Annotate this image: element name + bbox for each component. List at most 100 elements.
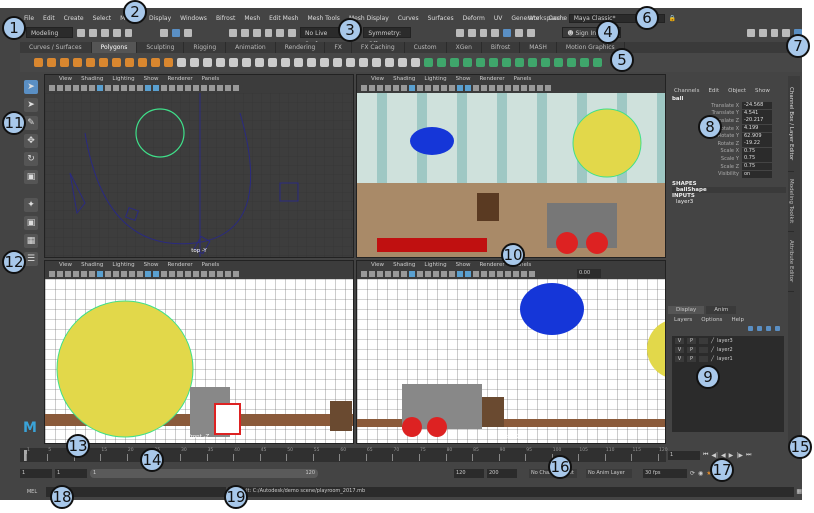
shelf-tool-icon[interactable] bbox=[112, 58, 121, 67]
channel-row[interactable]: Scale X 0.75 bbox=[668, 147, 786, 156]
menu-view[interactable]: View bbox=[59, 76, 72, 82]
play-forward-icon[interactable]: ▶ bbox=[729, 452, 734, 459]
menu-show[interactable]: Show bbox=[456, 76, 471, 82]
new-layer-selected-icon[interactable] bbox=[775, 326, 780, 331]
move-layer-down-icon[interactable] bbox=[757, 326, 762, 331]
tab-display[interactable]: Display bbox=[668, 306, 705, 314]
channel-row[interactable]: Translate X -24.568 bbox=[668, 102, 786, 110]
shelf-tool-icon[interactable] bbox=[489, 58, 498, 67]
menu-options[interactable]: Options bbox=[701, 317, 722, 323]
shelf-tool-icon[interactable] bbox=[463, 58, 472, 67]
menu-edit[interactable]: Edit bbox=[43, 15, 55, 22]
channel-row[interactable]: Rotate Y 62.909 bbox=[668, 132, 786, 140]
shelf-tab[interactable]: Custom bbox=[405, 42, 447, 53]
scale-tool-icon[interactable]: ▣ bbox=[24, 170, 38, 184]
move-tool-icon[interactable]: ✥ bbox=[24, 134, 38, 148]
animation-start-field[interactable]: 1 bbox=[20, 468, 52, 478]
menu-uv[interactable]: UV bbox=[494, 15, 503, 22]
shelf-tab[interactable]: Rigging bbox=[184, 42, 227, 53]
new-scene-icon[interactable] bbox=[77, 28, 86, 37]
channel-value[interactable]: on bbox=[742, 170, 772, 178]
shelf-tool-icon[interactable] bbox=[307, 58, 316, 67]
render-icon[interactable] bbox=[455, 28, 464, 37]
visibility-toggle[interactable]: V bbox=[675, 337, 684, 344]
save-scene-icon[interactable] bbox=[100, 28, 109, 37]
shelf-tool-icon[interactable] bbox=[125, 58, 134, 67]
pause-icon[interactable] bbox=[526, 28, 535, 37]
live-surface-field[interactable]: No Live Surface bbox=[300, 27, 344, 48]
menu-show[interactable]: Show bbox=[456, 262, 471, 268]
ipr-render-icon[interactable] bbox=[467, 28, 476, 37]
tool-settings-icon[interactable] bbox=[782, 28, 791, 37]
channel-value[interactable]: -19.22 bbox=[742, 140, 772, 148]
menu-view[interactable]: View bbox=[371, 262, 384, 268]
move-layer-up-icon[interactable] bbox=[748, 326, 753, 331]
open-scene-icon[interactable] bbox=[89, 28, 97, 37]
shelf-tab[interactable]: MASH bbox=[520, 42, 557, 53]
menu-object[interactable]: Object bbox=[728, 88, 746, 94]
playback-toggle[interactable]: P bbox=[687, 346, 696, 353]
select-object-icon[interactable] bbox=[171, 28, 180, 37]
layer-row[interactable]: V P ╱ layer1 bbox=[672, 354, 784, 363]
menu-create[interactable]: Create bbox=[64, 15, 84, 22]
color-swatch-icon[interactable]: ╱ bbox=[711, 347, 714, 353]
channel-value[interactable]: 0.75 bbox=[742, 163, 772, 171]
playback-toggle[interactable]: P bbox=[687, 355, 696, 362]
menu-deform[interactable]: Deform bbox=[463, 15, 485, 22]
shelf-tool-icon[interactable] bbox=[411, 58, 420, 67]
shelf-tool-icon[interactable] bbox=[203, 58, 212, 67]
tab-channel-box-layer-editor[interactable]: Channel Box / Layer Editor bbox=[788, 76, 794, 172]
viewport-side[interactable]: View Shading Lighting Show Renderer Panels 0.… bbox=[356, 260, 666, 444]
shelf-tool-icon[interactable] bbox=[359, 58, 368, 67]
attribute-editor-icon[interactable] bbox=[770, 28, 779, 37]
input-node[interactable]: layer3 bbox=[672, 199, 786, 205]
shelf-tool-icon[interactable] bbox=[567, 58, 576, 67]
lock-icon[interactable]: 🔒 bbox=[669, 15, 676, 22]
go-to-end-icon[interactable]: ⏭ bbox=[746, 451, 751, 459]
snap-point-icon[interactable] bbox=[252, 28, 261, 37]
range-slider-bar[interactable]: 1 120 bbox=[90, 468, 318, 478]
menu-show[interactable]: Show bbox=[144, 76, 159, 82]
shelf-tool-icon[interactable] bbox=[541, 58, 550, 67]
shelf-tool-icon[interactable] bbox=[437, 58, 446, 67]
channel-value[interactable]: 4.541 bbox=[742, 109, 772, 117]
channel-value[interactable]: 0.75 bbox=[742, 147, 772, 155]
channel-row[interactable]: Rotate Z -19.22 bbox=[668, 140, 786, 148]
script-editor-icon[interactable]: ▦ bbox=[796, 488, 802, 495]
four-view-layout-icon[interactable]: ▦ bbox=[24, 234, 38, 248]
shelf-tool-icon[interactable] bbox=[255, 58, 264, 67]
snap-pivot-icon[interactable] bbox=[288, 28, 297, 37]
shelf-tool-icon[interactable] bbox=[385, 58, 394, 67]
display-type-toggle[interactable] bbox=[699, 346, 708, 353]
playback-toggle[interactable]: P bbox=[687, 337, 696, 344]
shelf-tool-icon[interactable] bbox=[164, 58, 173, 67]
tab-anim[interactable]: Anim bbox=[706, 306, 737, 314]
shelf-tool-icon[interactable] bbox=[320, 58, 329, 67]
shelf-tool-icon[interactable] bbox=[294, 58, 303, 67]
channel-row[interactable]: Visibility on bbox=[668, 170, 786, 178]
shelf-tool-icon[interactable] bbox=[502, 58, 511, 67]
symmetry-dropdown[interactable]: Symmetry: Off bbox=[363, 27, 411, 48]
snap-surface-icon[interactable] bbox=[276, 28, 285, 37]
channel-value[interactable]: 4.199 bbox=[742, 125, 772, 133]
viewport-front[interactable]: View Shading Lighting Show Renderer Panels fr… bbox=[44, 260, 354, 444]
render-settings-icon[interactable] bbox=[479, 28, 488, 37]
snap-grid-icon[interactable] bbox=[228, 28, 237, 37]
menu-renderer[interactable]: Renderer bbox=[479, 262, 504, 268]
undo-icon[interactable] bbox=[112, 28, 121, 37]
display-type-toggle[interactable] bbox=[699, 355, 708, 362]
shelf-tab[interactable]: Sculpting bbox=[137, 42, 185, 53]
viewport-persp[interactable]: View Shading Lighting Show Renderer Panels bbox=[356, 74, 666, 258]
modeling-toolkit-icon[interactable] bbox=[746, 28, 755, 37]
menu-surfaces[interactable]: Surfaces bbox=[428, 15, 454, 22]
menu-layers[interactable]: Layers bbox=[674, 317, 692, 323]
shelf-tool-icon[interactable] bbox=[47, 58, 56, 67]
shelf-tool-icon[interactable] bbox=[580, 58, 589, 67]
snap-view-icon[interactable] bbox=[264, 28, 273, 37]
exposure-field[interactable]: 0.00 bbox=[577, 269, 601, 278]
fps-dropdown[interactable]: 30 fps bbox=[643, 468, 687, 478]
menu-lighting[interactable]: Lighting bbox=[112, 76, 134, 82]
color-swatch-icon[interactable]: ╱ bbox=[711, 338, 714, 344]
visibility-toggle[interactable]: V bbox=[675, 346, 684, 353]
shelf-tool-icon[interactable] bbox=[151, 58, 160, 67]
